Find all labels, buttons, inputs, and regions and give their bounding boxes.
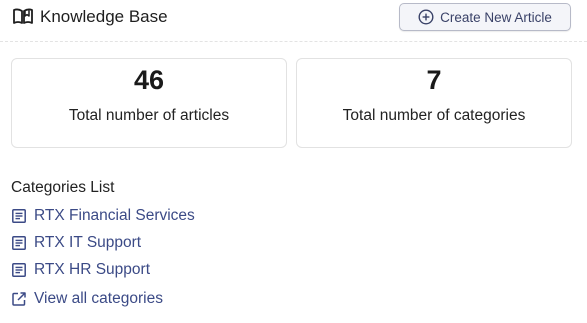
document-icon	[11, 262, 27, 278]
page-header: Knowledge Base Create New Article	[0, 0, 587, 42]
view-all-categories-label: View all categories	[34, 290, 163, 307]
categories-list-heading: Categories List	[11, 179, 115, 196]
document-icon	[11, 235, 27, 251]
articles-count-label: Total number of articles	[68, 107, 230, 124]
plus-circle-icon	[418, 9, 434, 25]
create-new-article-label: Create New Article	[440, 9, 552, 25]
page-title-group: Knowledge Base	[12, 6, 168, 28]
category-link-rtx-hr-support[interactable]: RTX HR Support	[11, 260, 150, 280]
category-link-label: RTX IT Support	[34, 234, 142, 251]
document-icon	[11, 208, 27, 224]
category-link-label: RTX Financial Services	[34, 207, 195, 224]
articles-count: 46	[133, 65, 165, 95]
category-link-rtx-it-support[interactable]: RTX IT Support	[11, 233, 141, 253]
articles-stat-card: 46 Total number of articles	[11, 58, 287, 148]
categories-stat-card: 7 Total number of categories	[296, 58, 572, 148]
open-book-icon	[12, 7, 34, 27]
view-all-categories-link[interactable]: View all categories	[11, 289, 163, 309]
category-link-label: RTX HR Support	[34, 261, 151, 278]
categories-count: 7	[426, 65, 442, 95]
category-link-rtx-financial-services[interactable]: RTX Financial Services	[11, 206, 195, 226]
external-link-icon	[11, 291, 27, 307]
create-new-article-button[interactable]: Create New Article	[399, 3, 571, 31]
page-title: Knowledge Base	[40, 7, 168, 26]
categories-count-label: Total number of categories	[342, 107, 526, 124]
